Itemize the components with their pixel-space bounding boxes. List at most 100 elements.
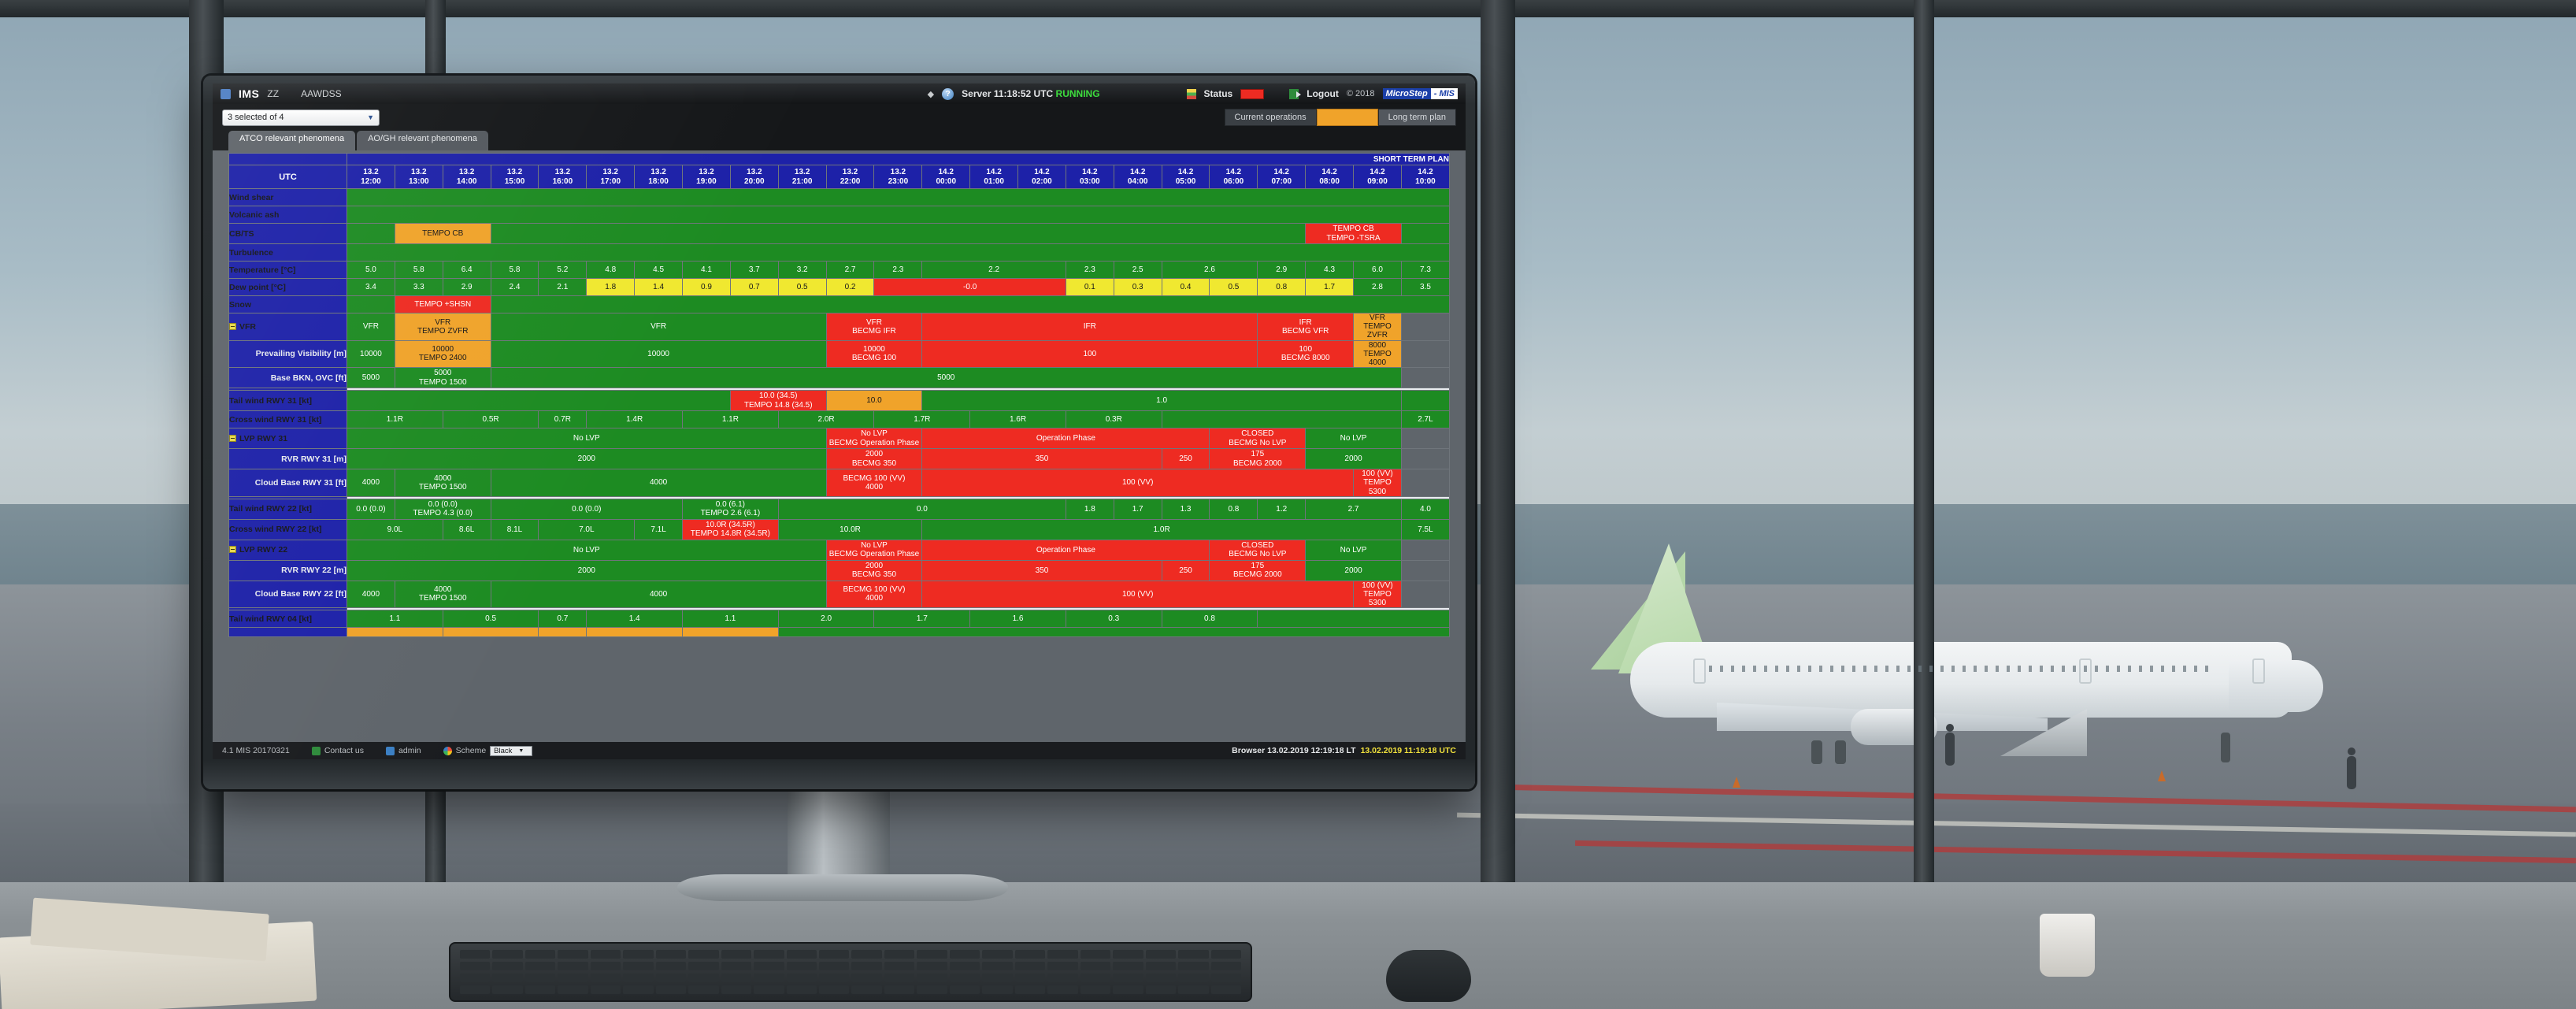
keyboard-key[interactable]	[688, 985, 719, 994]
plan-cell[interactable]	[777, 627, 1451, 638]
plan-cell[interactable]: 2.7	[825, 261, 875, 279]
row-label-17[interactable]: LVP RWY 22	[228, 539, 347, 561]
plan-cell[interactable]: 1.1R	[347, 410, 443, 429]
keyboard-key[interactable]	[524, 950, 556, 959]
plan-cell[interactable]: 100 (VV) TEMPO 5300	[1353, 469, 1402, 497]
plan-cell[interactable]: CLOSED BECMG No LVP	[1209, 539, 1307, 561]
user-item[interactable]: admin	[386, 746, 421, 755]
plan-cell[interactable]: TEMPO +SHSN	[394, 295, 491, 313]
keyboard-key[interactable]	[623, 962, 654, 970]
plan-cell[interactable]	[347, 295, 395, 313]
keyboard-key[interactable]	[721, 962, 752, 970]
tab-1[interactable]: AO/GH relevant phenomena	[357, 131, 488, 150]
current-operations-button[interactable]: Current operations	[1224, 109, 1317, 126]
keyboard-key[interactable]	[1145, 950, 1177, 959]
plan-cell[interactable]: 2.7L	[1400, 410, 1451, 429]
row-label-2[interactable]: CB/TS	[228, 223, 347, 244]
plan-cell[interactable]	[1400, 448, 1451, 470]
keyboard-key[interactable]	[1210, 962, 1241, 970]
plan-cell[interactable]: 0.4	[1161, 278, 1210, 296]
plan-cell[interactable]: 2.9	[1257, 261, 1307, 279]
plan-cell[interactable]: 10000	[490, 339, 827, 369]
keyboard-key[interactable]	[1047, 962, 1078, 970]
keyboard-key[interactable]	[1145, 962, 1177, 970]
row-label-1[interactable]: Volcanic ash	[228, 206, 347, 224]
plan-cell[interactable]: 2.7	[1305, 498, 1402, 520]
plan-cell[interactable]: 5.0	[347, 261, 395, 279]
plan-cell[interactable]: 0.7	[538, 610, 587, 629]
keyboard-key[interactable]	[851, 950, 882, 959]
keyboard-key[interactable]	[1145, 974, 1177, 982]
plan-cell[interactable]: 8.1L	[490, 518, 539, 540]
tab-0[interactable]: ATCO relevant phenomena	[228, 131, 356, 150]
keyboard-key[interactable]	[949, 962, 980, 970]
plan-cell[interactable]: Operation Phase	[921, 428, 1210, 450]
keyboard-key[interactable]	[1178, 985, 1209, 994]
keyboard-key[interactable]	[754, 985, 784, 994]
plan-cell[interactable]: 350	[921, 448, 1162, 470]
keyboard-key[interactable]	[1080, 985, 1111, 994]
keyboard-key[interactable]	[1210, 950, 1241, 959]
keyboard-key[interactable]	[982, 950, 1013, 959]
plan-cell[interactable]: 0.7R	[538, 410, 587, 429]
plan-cell[interactable]: 3.7	[729, 261, 779, 279]
plan-cell[interactable]: 0.5	[442, 610, 539, 629]
keyboard-key[interactable]	[558, 985, 588, 994]
plan-cell[interactable]: 0.0	[777, 498, 1066, 520]
plan-cell[interactable]: 2.1	[538, 278, 587, 296]
keyboard-key[interactable]	[558, 974, 588, 982]
plan-cell[interactable]: 1.1	[682, 610, 779, 629]
row-label-5[interactable]: Dew point [°C]	[228, 278, 347, 296]
plan-cell[interactable]: 5000 TEMPO 1500	[394, 367, 491, 389]
plan-cell[interactable]: 4.8	[586, 261, 636, 279]
plan-cell[interactable]: 0.0 (6.1) TEMPO 2.6 (6.1)	[682, 498, 779, 520]
plan-cell[interactable]: -0.0	[873, 278, 1066, 296]
keyboard-key[interactable]	[819, 962, 850, 970]
plan-cell[interactable]: 4000 TEMPO 1500	[394, 580, 491, 609]
plan-cell[interactable]: 10.0R (34.5R) TEMPO 14.8R (34.5R)	[682, 518, 779, 540]
keyboard-key[interactable]	[884, 962, 915, 970]
plan-cell[interactable]: 4.0	[1400, 498, 1451, 520]
plan-cell[interactable]: 1.7	[873, 610, 971, 629]
row-label-3[interactable]: Turbulence	[228, 243, 347, 262]
plan-cell[interactable]: 3.5	[1400, 278, 1451, 296]
keyboard-key[interactable]	[917, 962, 947, 970]
plan-cell[interactable]	[347, 390, 731, 412]
plan-cell[interactable]: VFR	[490, 313, 827, 341]
keyboard-key[interactable]	[688, 962, 719, 970]
row-label-19[interactable]: Cloud Base RWY 22 [ft]	[228, 580, 347, 609]
plan-cell[interactable]: 0.5	[777, 278, 827, 296]
keyboard-key[interactable]	[1113, 962, 1143, 970]
plan-cell[interactable]: 1.0	[921, 390, 1402, 412]
status-label[interactable]: Status	[1204, 88, 1233, 99]
plan-cell[interactable]: 0.0 (0.0)	[490, 498, 684, 520]
keyboard-key[interactable]	[1014, 985, 1046, 994]
keyboard-key[interactable]	[688, 974, 719, 982]
keyboard-key[interactable]	[1014, 950, 1046, 959]
plan-cell[interactable]	[490, 223, 1307, 244]
plan-cell[interactable]: 4000 TEMPO 1500	[394, 469, 491, 497]
row-label-7[interactable]: VFR	[228, 313, 347, 341]
collapse-expander-icon[interactable]	[229, 434, 236, 442]
keyboard-key[interactable]	[655, 950, 687, 959]
plan-cell[interactable]: 2000	[347, 559, 827, 581]
plan-cell[interactable]: 1.1R	[682, 410, 779, 429]
plan-cell[interactable]: 4000	[347, 580, 395, 609]
keyboard-key[interactable]	[1178, 974, 1209, 982]
plan-cell[interactable]: CLOSED BECMG No LVP	[1209, 428, 1307, 450]
keyboard-key[interactable]	[884, 974, 915, 982]
plan-cell[interactable]: 2.3	[873, 261, 923, 279]
plan-cell[interactable]: 4000	[347, 469, 395, 497]
plan-cell[interactable]: 100 BECMG 8000	[1257, 339, 1355, 369]
keyboard-key[interactable]	[786, 962, 817, 970]
plan-cell[interactable]: No LVP	[1305, 539, 1402, 561]
plan-cell[interactable]	[1400, 367, 1451, 389]
plan-cell[interactable]: 2.3	[1065, 261, 1114, 279]
row-label-18[interactable]: RVR RWY 22 [m]	[228, 559, 347, 581]
keyboard-key[interactable]	[851, 974, 882, 982]
plan-cell[interactable]	[442, 627, 539, 638]
keyboard-key[interactable]	[524, 962, 556, 970]
collapse-expander-icon[interactable]	[229, 322, 236, 330]
plan-cell[interactable]: 1.0R	[921, 518, 1402, 540]
plan-cell[interactable]: No LVP	[347, 539, 827, 561]
